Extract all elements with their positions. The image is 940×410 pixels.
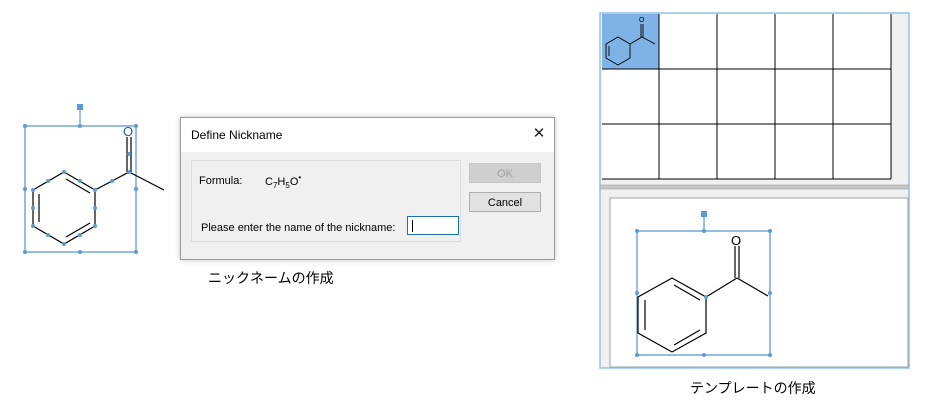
rotation-handle [77, 104, 83, 110]
template-panel: O O [599, 12, 910, 369]
oxygen-atom-label: O [731, 233, 741, 248]
left-molecule-drawing[interactable]: O [0, 95, 180, 265]
close-icon[interactable]: ✕ [528, 124, 550, 144]
benzene-ring [32, 171, 96, 245]
caption-create-template: テンプレートの作成 [690, 380, 816, 396]
rotation-handle [701, 211, 707, 217]
nickname-group-box: Formula: C7H5O• Please enter the name of… [191, 160, 461, 242]
cancel-button[interactable]: Cancel [469, 192, 541, 212]
template-grid[interactable]: O [602, 14, 892, 180]
thumbnail-oxygen: O [639, 17, 645, 24]
ok-button[interactable]: OK [469, 163, 541, 183]
formula-label: Formula: [199, 175, 243, 187]
define-nickname-dialog: Define Nickname ✕ Formula: C7H5O• Please… [180, 117, 555, 260]
dialog-title: Define Nickname [191, 128, 283, 142]
formula-value: C7H5O• [265, 173, 302, 190]
text-caret [412, 220, 413, 232]
nickname-prompt-label: Please enter the name of the nickname: [201, 222, 396, 234]
dialog-titlebar[interactable]: Define Nickname ✕ [181, 118, 554, 152]
nickname-input[interactable] [407, 216, 459, 235]
selection-dots [23, 124, 138, 254]
caption-create-nickname: ニックネームの作成 [208, 270, 334, 286]
oxygen-atom-label: O [123, 124, 133, 139]
panel-splitter [599, 184, 910, 190]
